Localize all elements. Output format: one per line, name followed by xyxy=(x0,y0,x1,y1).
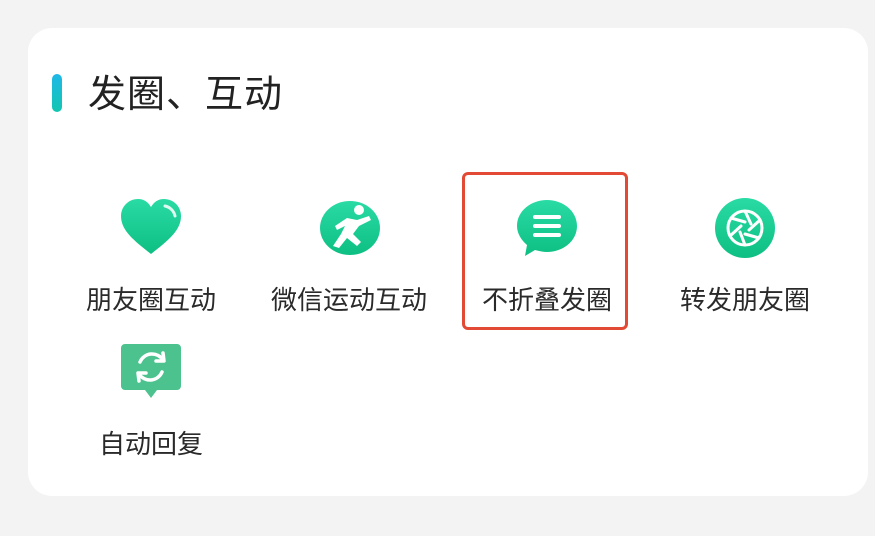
item-label: 转发朋友圈 xyxy=(679,286,810,316)
section-accent-bar xyxy=(52,74,62,112)
item-auto-reply[interactable]: 自动回复 xyxy=(56,340,246,480)
item-wechat-sport-interaction[interactable]: 微信运动互动 xyxy=(254,196,444,336)
refresh-message-icon xyxy=(119,340,183,404)
item-forward-moments[interactable]: 转发朋友圈 xyxy=(650,196,840,336)
item-label: 自动回复 xyxy=(98,430,203,460)
heart-icon xyxy=(119,196,183,260)
item-no-fold-post[interactable]: 不折叠发圈 xyxy=(452,196,642,336)
interaction-card: 发圈、互动 朋友圈互动 微信运动互动 不折叠发圈 转发朋友圈 自动回复 xyxy=(28,28,868,496)
item-moments-interaction[interactable]: 朋友圈互动 xyxy=(56,196,246,336)
item-label: 不折叠发圈 xyxy=(481,286,612,316)
running-person-icon xyxy=(317,196,381,260)
item-label: 微信运动互动 xyxy=(270,286,427,316)
aperture-icon xyxy=(713,196,777,260)
item-label: 朋友圈互动 xyxy=(85,286,216,316)
message-lines-icon xyxy=(515,196,579,260)
section-title: 发圈、互动 xyxy=(88,72,284,116)
